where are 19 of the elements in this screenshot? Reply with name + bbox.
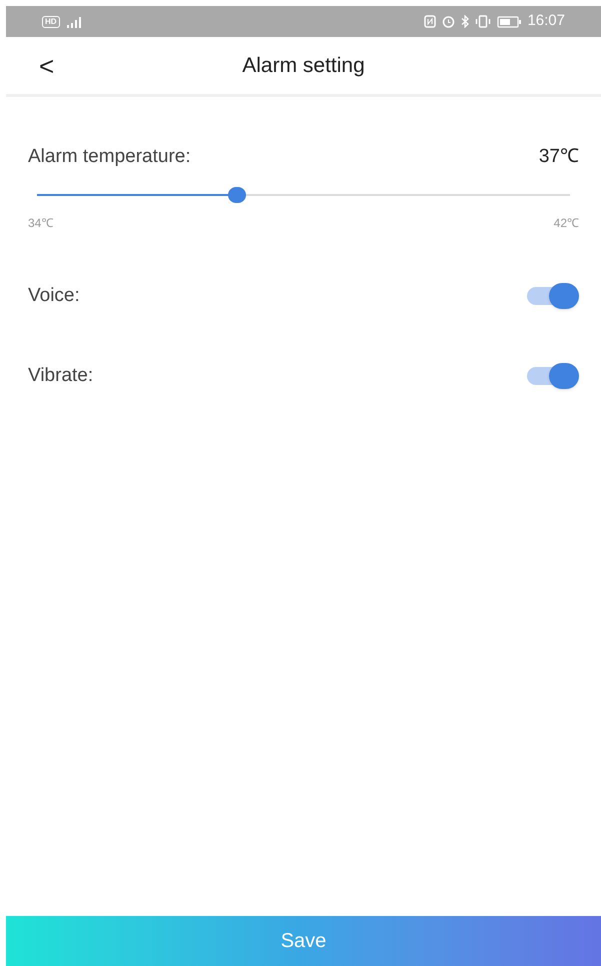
alarm-clock-icon	[442, 15, 456, 28]
page-title: Alarm setting	[242, 52, 365, 79]
setting-label: Vibrate:	[28, 364, 94, 388]
setting-label: Voice:	[28, 284, 80, 308]
back-button[interactable]: <	[39, 52, 54, 78]
toggle-switch[interactable]	[525, 282, 579, 309]
min-label: 34℃	[28, 214, 54, 232]
toggle-switch[interactable]	[525, 363, 579, 390]
hd-badge: HD	[42, 16, 60, 28]
max-label: 42℃	[554, 214, 579, 232]
battery-icon	[497, 16, 522, 28]
vibrate-icon	[475, 15, 492, 28]
signal-icon	[66, 16, 84, 28]
temperature-label: Alarm temperature:	[28, 145, 191, 169]
temperature-value: 37℃	[538, 145, 579, 169]
nfc-icon	[424, 15, 436, 28]
status-time: 16:07	[527, 11, 565, 32]
bluetooth-icon	[461, 15, 470, 28]
slider-thumb[interactable]	[228, 186, 246, 202]
